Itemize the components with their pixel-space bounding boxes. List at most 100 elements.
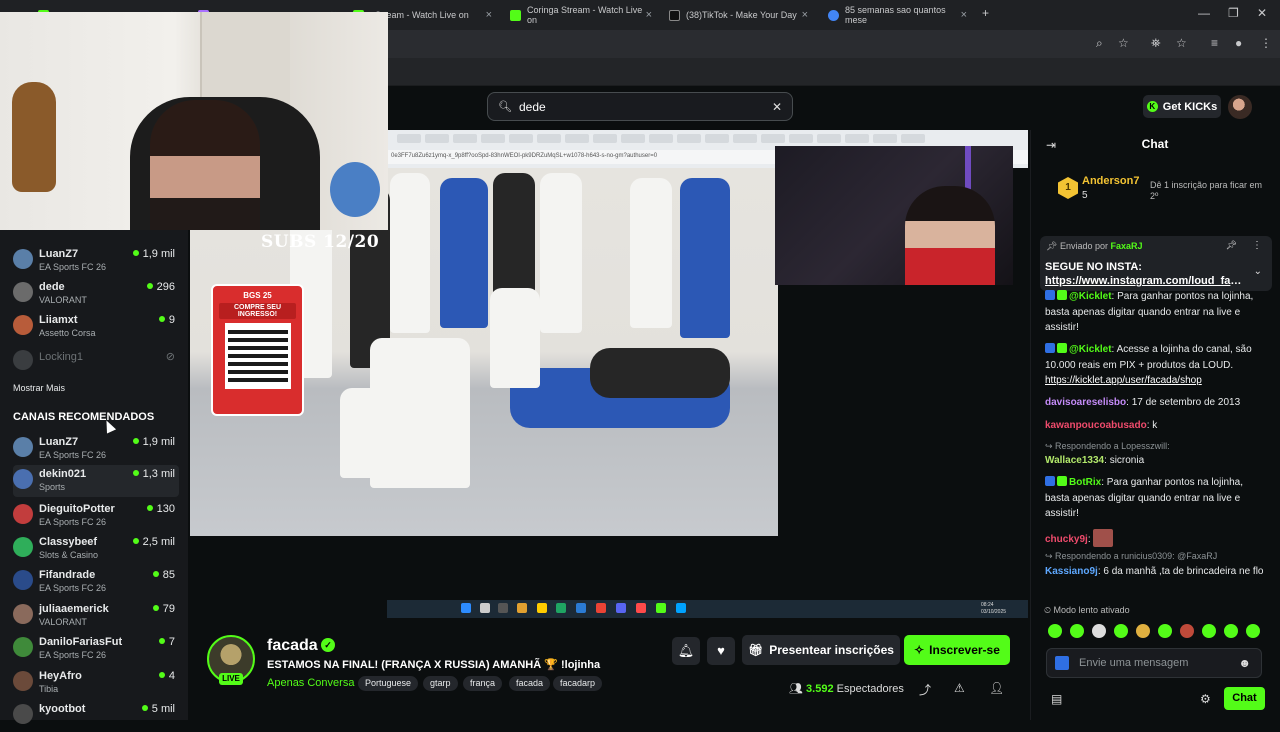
app-icon — [676, 603, 686, 613]
sidebar-channel-liiamxt[interactable]: Liiamxt Assetto Corsa 9 — [13, 311, 179, 343]
recommended-channel[interactable]: DaniloFariasFut EA Sports FC 26 7 — [13, 633, 179, 665]
store-icon[interactable]: ▤ — [1051, 692, 1062, 706]
chat-message: @Kicklet: Acesse a lojinha do canal, são… — [1045, 343, 1252, 386]
emoji-icon[interactable]: ☻ — [1238, 656, 1251, 670]
emote-icon[interactable] — [1048, 624, 1062, 638]
chat-title: Chat — [1141, 137, 1169, 151]
recommended-channel[interactable]: kyootbot 5 mil — [13, 700, 179, 732]
app-icon — [556, 603, 566, 613]
browser-tab[interactable]: (38)TikTok - Make Your Day × — [661, 4, 816, 26]
gift-subs-button[interactable]: 🎁︎ Presentear inscrições — [742, 635, 900, 665]
emote-icon[interactable] — [1158, 624, 1172, 638]
restore-button[interactable]: ❐ — [1228, 6, 1239, 20]
close-tab-icon[interactable]: × — [486, 9, 492, 21]
report-warning-icon[interactable]: ⚠ — [954, 681, 965, 695]
follow-heart-button[interactable]: ♥ — [707, 637, 735, 665]
browser-menu-icon[interactable]: ⋮ — [1260, 36, 1272, 50]
share-icon[interactable]: ⤴ — [919, 681, 931, 698]
chat-input[interactable]: Envie uma mensagem ☻ — [1046, 648, 1262, 678]
captured-clock: 08:24 03/10/2025 — [981, 602, 1007, 615]
pinned-link[interactable]: https://www.instagram.com/loud_facada — [1045, 275, 1245, 287]
settings-gear-icon[interactable]: ⚙ — [1200, 692, 1211, 706]
emote-icon[interactable] — [1114, 624, 1128, 638]
offline-icon: ⊘ — [165, 351, 175, 363]
emote-icon[interactable] — [1136, 624, 1150, 638]
close-tab-icon[interactable]: × — [961, 9, 967, 21]
user-avatar[interactable] — [1228, 95, 1252, 119]
avatar — [13, 249, 33, 269]
browser-tab[interactable]: 85 semanas sao quantos mese × — [820, 4, 975, 26]
tag-chip[interactable]: frança — [463, 676, 503, 691]
chat-send-button[interactable]: Chat — [1224, 687, 1265, 710]
recommended-channel[interactable]: juliaaemerick VALORANT 79 — [13, 600, 179, 632]
avatar — [13, 437, 33, 457]
emote-icon[interactable] — [1180, 624, 1194, 638]
recommended-channel[interactable]: HeyAfro Tibia 4 — [13, 667, 179, 699]
new-tab-button[interactable]: + — [982, 6, 989, 20]
close-tab-icon[interactable]: × — [646, 9, 652, 21]
window-close-button[interactable]: ✕ — [1257, 6, 1267, 20]
emote-icon[interactable] — [1246, 624, 1260, 638]
emote-icon[interactable] — [1224, 624, 1238, 638]
pinned-message[interactable]: 📌︎ Enviado por FaxaRJ 📌︎ ⋮ SEGUE NO INST… — [1040, 236, 1272, 291]
add-user-icon[interactable]: 👤︎ — [989, 681, 1004, 695]
streamer-name[interactable]: facada — [267, 637, 318, 655]
emote-icon[interactable] — [1070, 624, 1084, 638]
reply-header: ↪ Respondendo a runicius0309: @FaxaRJ — [1045, 551, 1218, 561]
live-dot-icon — [158, 638, 165, 644]
gift-prompt[interactable]: Dê 1 inscrição para ficar em 2º — [1150, 180, 1268, 202]
profile-icon[interactable]: ● — [1235, 36, 1242, 50]
shop-link[interactable]: https://kicklet.app/user/facada/shop — [1045, 375, 1202, 386]
show-more-link[interactable]: Mostrar Mais — [13, 383, 65, 393]
search-input[interactable]: 🔍︎ dede ✕ — [487, 92, 793, 121]
close-tab-icon[interactable]: × — [802, 9, 808, 21]
chevron-down-icon[interactable]: ⌄ — [1254, 266, 1262, 277]
zoom-icon[interactable]: ⌕ — [1096, 36, 1103, 51]
tag-chip[interactable]: Portuguese — [358, 676, 419, 691]
tag-chip[interactable]: facada — [509, 676, 551, 691]
live-dot-icon — [152, 571, 159, 577]
tag-chip[interactable]: gtarp — [423, 676, 458, 691]
more-options-icon[interactable]: ⋮ — [1252, 240, 1262, 251]
bookmark-star-icon[interactable]: ☆ — [1118, 36, 1129, 50]
sidebar-channel-luanz7[interactable]: LuanZ7 EA Sports FC 26 1,9 mil — [13, 245, 179, 277]
qr-code-ad: BGS 25 COMPRE SEU INGRESSO! — [211, 284, 304, 416]
get-kicks-button[interactable]: K Get KICKs — [1143, 95, 1221, 118]
minimize-button[interactable]: — — [1198, 6, 1210, 20]
notification-bell-button[interactable]: 🔔︎ — [672, 637, 700, 665]
category-link[interactable]: Apenas Conversa — [267, 677, 354, 689]
chat-badge-icon — [1055, 656, 1069, 670]
viewers-icon: 👥︎ — [789, 683, 807, 695]
guest-webcam-overlay — [0, 12, 388, 230]
unpin-icon[interactable]: 📌︎ — [1226, 240, 1237, 251]
favorites-icon[interactable]: ☆ — [1176, 36, 1187, 50]
verified-badge-icon — [1057, 343, 1067, 353]
emote-icon[interactable] — [1092, 624, 1106, 638]
gift-icon: 🎁︎ — [748, 643, 764, 657]
app-icon — [656, 603, 666, 613]
browser-tab[interactable]: Coringa Stream - Watch Live on × — [502, 4, 660, 26]
kick-favicon-icon — [510, 9, 521, 21]
streamer-webcam — [775, 146, 1013, 285]
slow-mode-notice: ⏲ Modo lento ativado — [1044, 605, 1130, 615]
sidebar-channel-dede[interactable]: dede VALORANT 296 — [13, 278, 179, 310]
avatar — [13, 504, 33, 524]
recommended-channel[interactable]: LuanZ7 EA Sports FC 26 1,9 mil — [13, 433, 179, 465]
recommended-channel[interactable]: DieguitoPotter EA Sports FC 26 130 — [13, 500, 179, 532]
pin-icon: 📌︎ — [1046, 241, 1060, 251]
live-dot-icon — [158, 316, 165, 322]
recommended-channel[interactable]: dekin021 Sports 1,3 mil — [13, 465, 179, 497]
tag-chip[interactable]: facadarp — [553, 676, 603, 691]
live-dot-icon — [146, 283, 153, 289]
kicks-coin-icon: K — [1146, 101, 1158, 112]
subscribe-button[interactable]: ✧ Inscrever-se — [904, 635, 1010, 665]
emote-icon[interactable] — [1202, 624, 1216, 638]
recommended-channel[interactable]: Classybeef Slots & Casino 2,5 mil — [13, 533, 179, 565]
recommended-channel[interactable]: Fifandrade EA Sports FC 26 85 — [13, 566, 179, 598]
emote-icon — [1093, 529, 1114, 547]
extension-icon[interactable]: ⛯ — [1151, 36, 1161, 51]
collections-icon[interactable]: ≡ — [1211, 36, 1218, 50]
avatar — [13, 570, 33, 590]
clear-search-icon[interactable]: ✕ — [772, 100, 782, 114]
sidebar-channel-locking1[interactable]: Locking1 ⊘ — [13, 346, 179, 378]
